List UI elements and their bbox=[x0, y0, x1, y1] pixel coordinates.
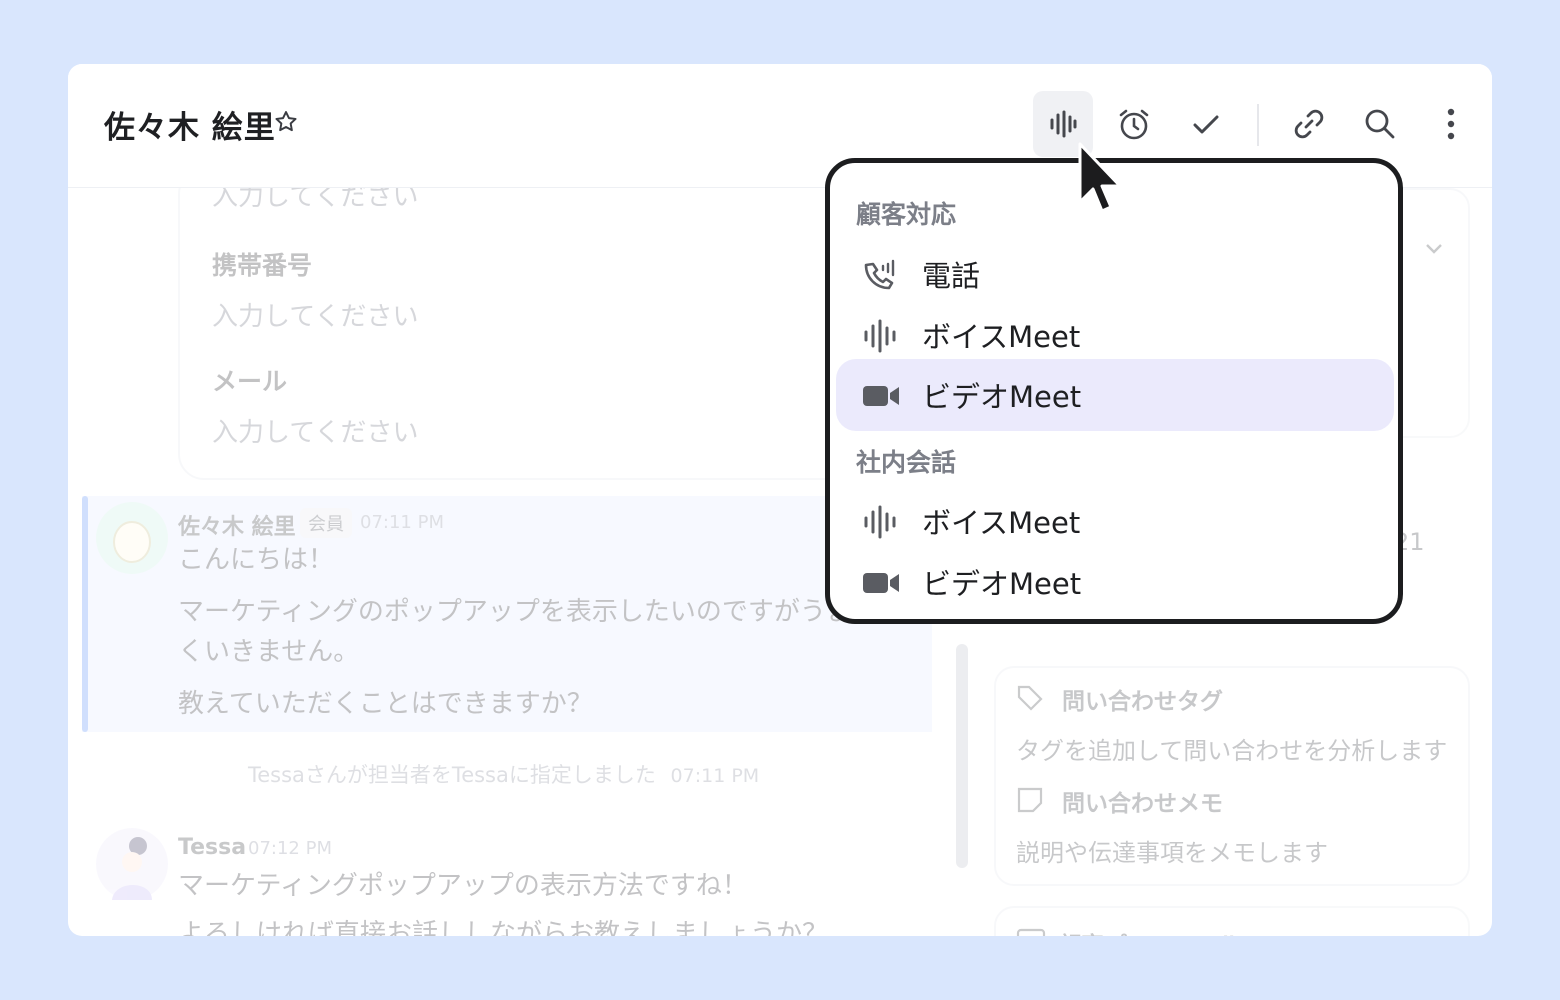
message-line: マーケティングポップアップの表示方法ですね！ bbox=[178, 871, 748, 901]
toolbar-divider bbox=[1257, 104, 1259, 146]
video-camera-icon bbox=[863, 573, 899, 593]
call-type-dropdown: 顧客対応 電話 ボイスMeet ビデオMeet 社内会話 ボイスMeet ビデオ… bbox=[825, 158, 1403, 624]
phone-field[interactable]: 入力してください bbox=[212, 296, 418, 333]
voice-wave-icon bbox=[864, 505, 896, 539]
message-sender: Tessa bbox=[178, 835, 247, 860]
phone-label: 携帯番号 bbox=[212, 251, 313, 280]
phone-icon bbox=[864, 259, 895, 290]
tag-icon bbox=[1017, 685, 1043, 711]
memo-hint[interactable]: 説明や伝達事項をメモします bbox=[1016, 833, 1328, 868]
message-time: 07:12 PM bbox=[248, 838, 332, 859]
section-internal: 社内会話 bbox=[856, 448, 957, 477]
profile-title: 顧客プロフィール bbox=[1058, 926, 1242, 936]
message-line: くいきません。 bbox=[178, 637, 360, 667]
voice-wave-icon bbox=[864, 319, 896, 353]
melon-avatar-icon bbox=[113, 521, 151, 563]
system-message-time: 07:11 PM bbox=[670, 765, 760, 787]
menu-item-label: ビデオMeet bbox=[922, 380, 1082, 414]
resolve-button[interactable] bbox=[1176, 91, 1236, 157]
page-title: 佐々木 絵里 bbox=[104, 110, 276, 146]
section-customer: 顧客対応 bbox=[856, 200, 957, 229]
menu-item-label: ビデオMeet bbox=[922, 567, 1082, 601]
message-line: 教えていただくことはできますか？ bbox=[178, 689, 593, 719]
search-icon bbox=[1365, 109, 1395, 139]
more-menu-button[interactable] bbox=[1421, 91, 1481, 157]
link-icon bbox=[1294, 109, 1324, 139]
message-line: よろしければ直接お話ししながらお教えしましょうか？ bbox=[178, 919, 829, 936]
message-accent-bar bbox=[82, 496, 88, 732]
message-sender: 佐々木 絵里 bbox=[178, 515, 296, 540]
check-icon bbox=[1193, 115, 1219, 134]
system-message: Tessaさんが担当者をTessaに指定しました 07:11 PM bbox=[248, 759, 759, 789]
memo-icon bbox=[1017, 787, 1043, 813]
search-button[interactable] bbox=[1350, 91, 1410, 157]
star-icon[interactable] bbox=[273, 109, 299, 135]
chat-area: 入力してください 携帯番号 入力してください メール 入力してください 佐々木 … bbox=[68, 168, 948, 936]
message-line: マーケティングのポップアップを表示したいのですがうま bbox=[178, 597, 852, 627]
menu-item-label: ボイスMeet bbox=[922, 506, 1081, 540]
menu-item-label: 電話 bbox=[922, 259, 981, 293]
message-time: 07:11 PM bbox=[360, 512, 444, 533]
alarm-clock-icon bbox=[1119, 109, 1149, 140]
chat-scrollbar[interactable] bbox=[956, 644, 968, 868]
tag-title: 問い合わせタグ bbox=[1062, 689, 1223, 715]
mail-field[interactable]: 入力してください bbox=[212, 412, 418, 449]
person-avatar-icon bbox=[112, 837, 152, 900]
voice-wave-icon bbox=[1050, 110, 1077, 138]
menu-item-label: ボイスMeet bbox=[922, 320, 1081, 354]
mouse-cursor-icon bbox=[1078, 142, 1121, 213]
copy-link-button[interactable] bbox=[1279, 91, 1339, 157]
member-badge: 会員 bbox=[300, 508, 352, 538]
more-vertical-icon bbox=[1447, 108, 1455, 140]
id-card-icon bbox=[1016, 928, 1046, 936]
tag-hint[interactable]: タグを追加して問い合わせを分析します bbox=[1016, 731, 1447, 766]
menu-item-internal-video-meet[interactable]: ビデオMeet bbox=[836, 546, 1394, 618]
memo-title: 問い合わせメモ bbox=[1062, 791, 1223, 817]
system-message-text: Tessaさんが担当者をTessaに指定しました bbox=[248, 763, 656, 787]
mail-label: メール bbox=[212, 367, 288, 396]
menu-item-video-meet[interactable]: ビデオMeet bbox=[836, 359, 1394, 431]
chevron-down-icon[interactable] bbox=[1424, 242, 1444, 256]
video-camera-icon bbox=[863, 386, 899, 406]
message-line: こんにちは！ bbox=[178, 545, 335, 575]
avatar bbox=[96, 828, 168, 900]
avatar bbox=[96, 502, 168, 574]
